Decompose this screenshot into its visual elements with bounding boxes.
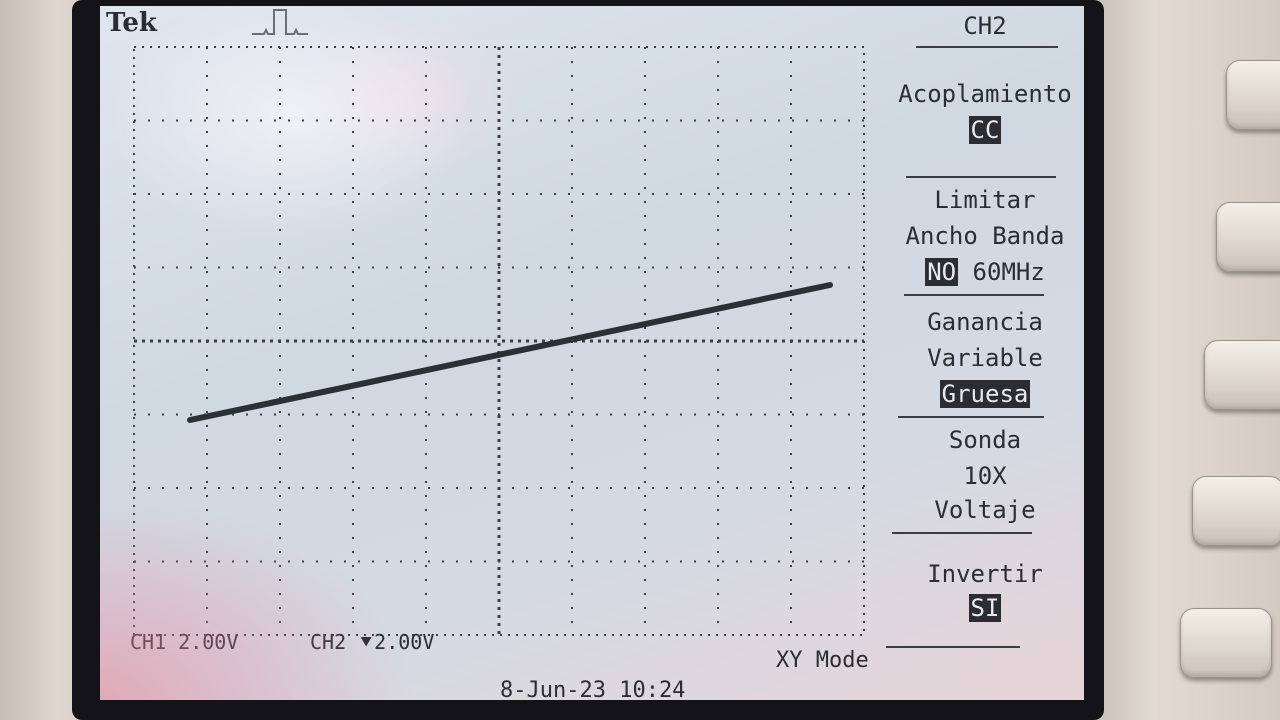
gain-label-1: Ganancia: [927, 308, 1043, 336]
menu-divider: [892, 532, 1032, 534]
display-mode-readout: XY Mode: [776, 648, 869, 673]
bandwidth-options: NO 60MHz: [886, 258, 1084, 286]
menu-button-3[interactable]: [1204, 340, 1280, 410]
gain-value: Gruesa: [939, 380, 1031, 408]
bandwidth-label-1: Limitar: [934, 186, 1036, 214]
coupling-option: CC: [886, 116, 1084, 144]
invert-value: SI: [968, 594, 1002, 622]
menu-divider: [904, 294, 1044, 296]
datetime-readout: 8-Jun-23 10:24: [500, 678, 686, 700]
invert-option: SI: [886, 594, 1084, 622]
menu-button-1[interactable]: [1226, 60, 1280, 130]
coupling-label: Acoplamiento: [898, 80, 1072, 108]
menu-button-2[interactable]: [1216, 202, 1280, 272]
xy-graticule: [133, 46, 865, 636]
bandwidth-selected: NO: [925, 258, 959, 286]
menu-title: CH2: [963, 12, 1007, 40]
menu-divider: [916, 46, 1058, 48]
ch1-scale-readout: CH1 2.00V: [130, 630, 239, 654]
menu-divider: [898, 416, 1044, 418]
oscilloscope-screen: Tek CH1 2.00V CH2 ⯆2.00V XY Mode 8-Jun-2…: [100, 6, 1084, 700]
ch2-side-menu: CH2 Acoplamiento CC Limitar Ancho Banda …: [886, 6, 1084, 700]
probe-type: Voltaje: [934, 496, 1036, 524]
menu-button-4[interactable]: [1192, 476, 1280, 546]
trigger-pulse-icon: [252, 9, 308, 35]
coupling-value: CC: [968, 116, 1002, 144]
ch2-scale-readout: CH2 ⯆2.00V: [310, 630, 435, 654]
xy-trace: [187, 282, 833, 423]
bandwidth-label-2: Ancho Banda: [905, 222, 1065, 250]
menu-divider: [886, 646, 1020, 648]
probe-attenuation: 10X: [963, 462, 1007, 490]
gain-label-2: Variable: [927, 344, 1043, 372]
menu-button-5[interactable]: [1180, 608, 1272, 678]
gain-option: Gruesa: [886, 380, 1084, 408]
brand-logo: Tek: [106, 8, 157, 38]
menu-divider: [906, 176, 1056, 178]
bandwidth-alternative: 60MHz: [972, 258, 1045, 286]
invert-label: Invertir: [927, 560, 1043, 588]
probe-label: Sonda: [948, 426, 1022, 454]
